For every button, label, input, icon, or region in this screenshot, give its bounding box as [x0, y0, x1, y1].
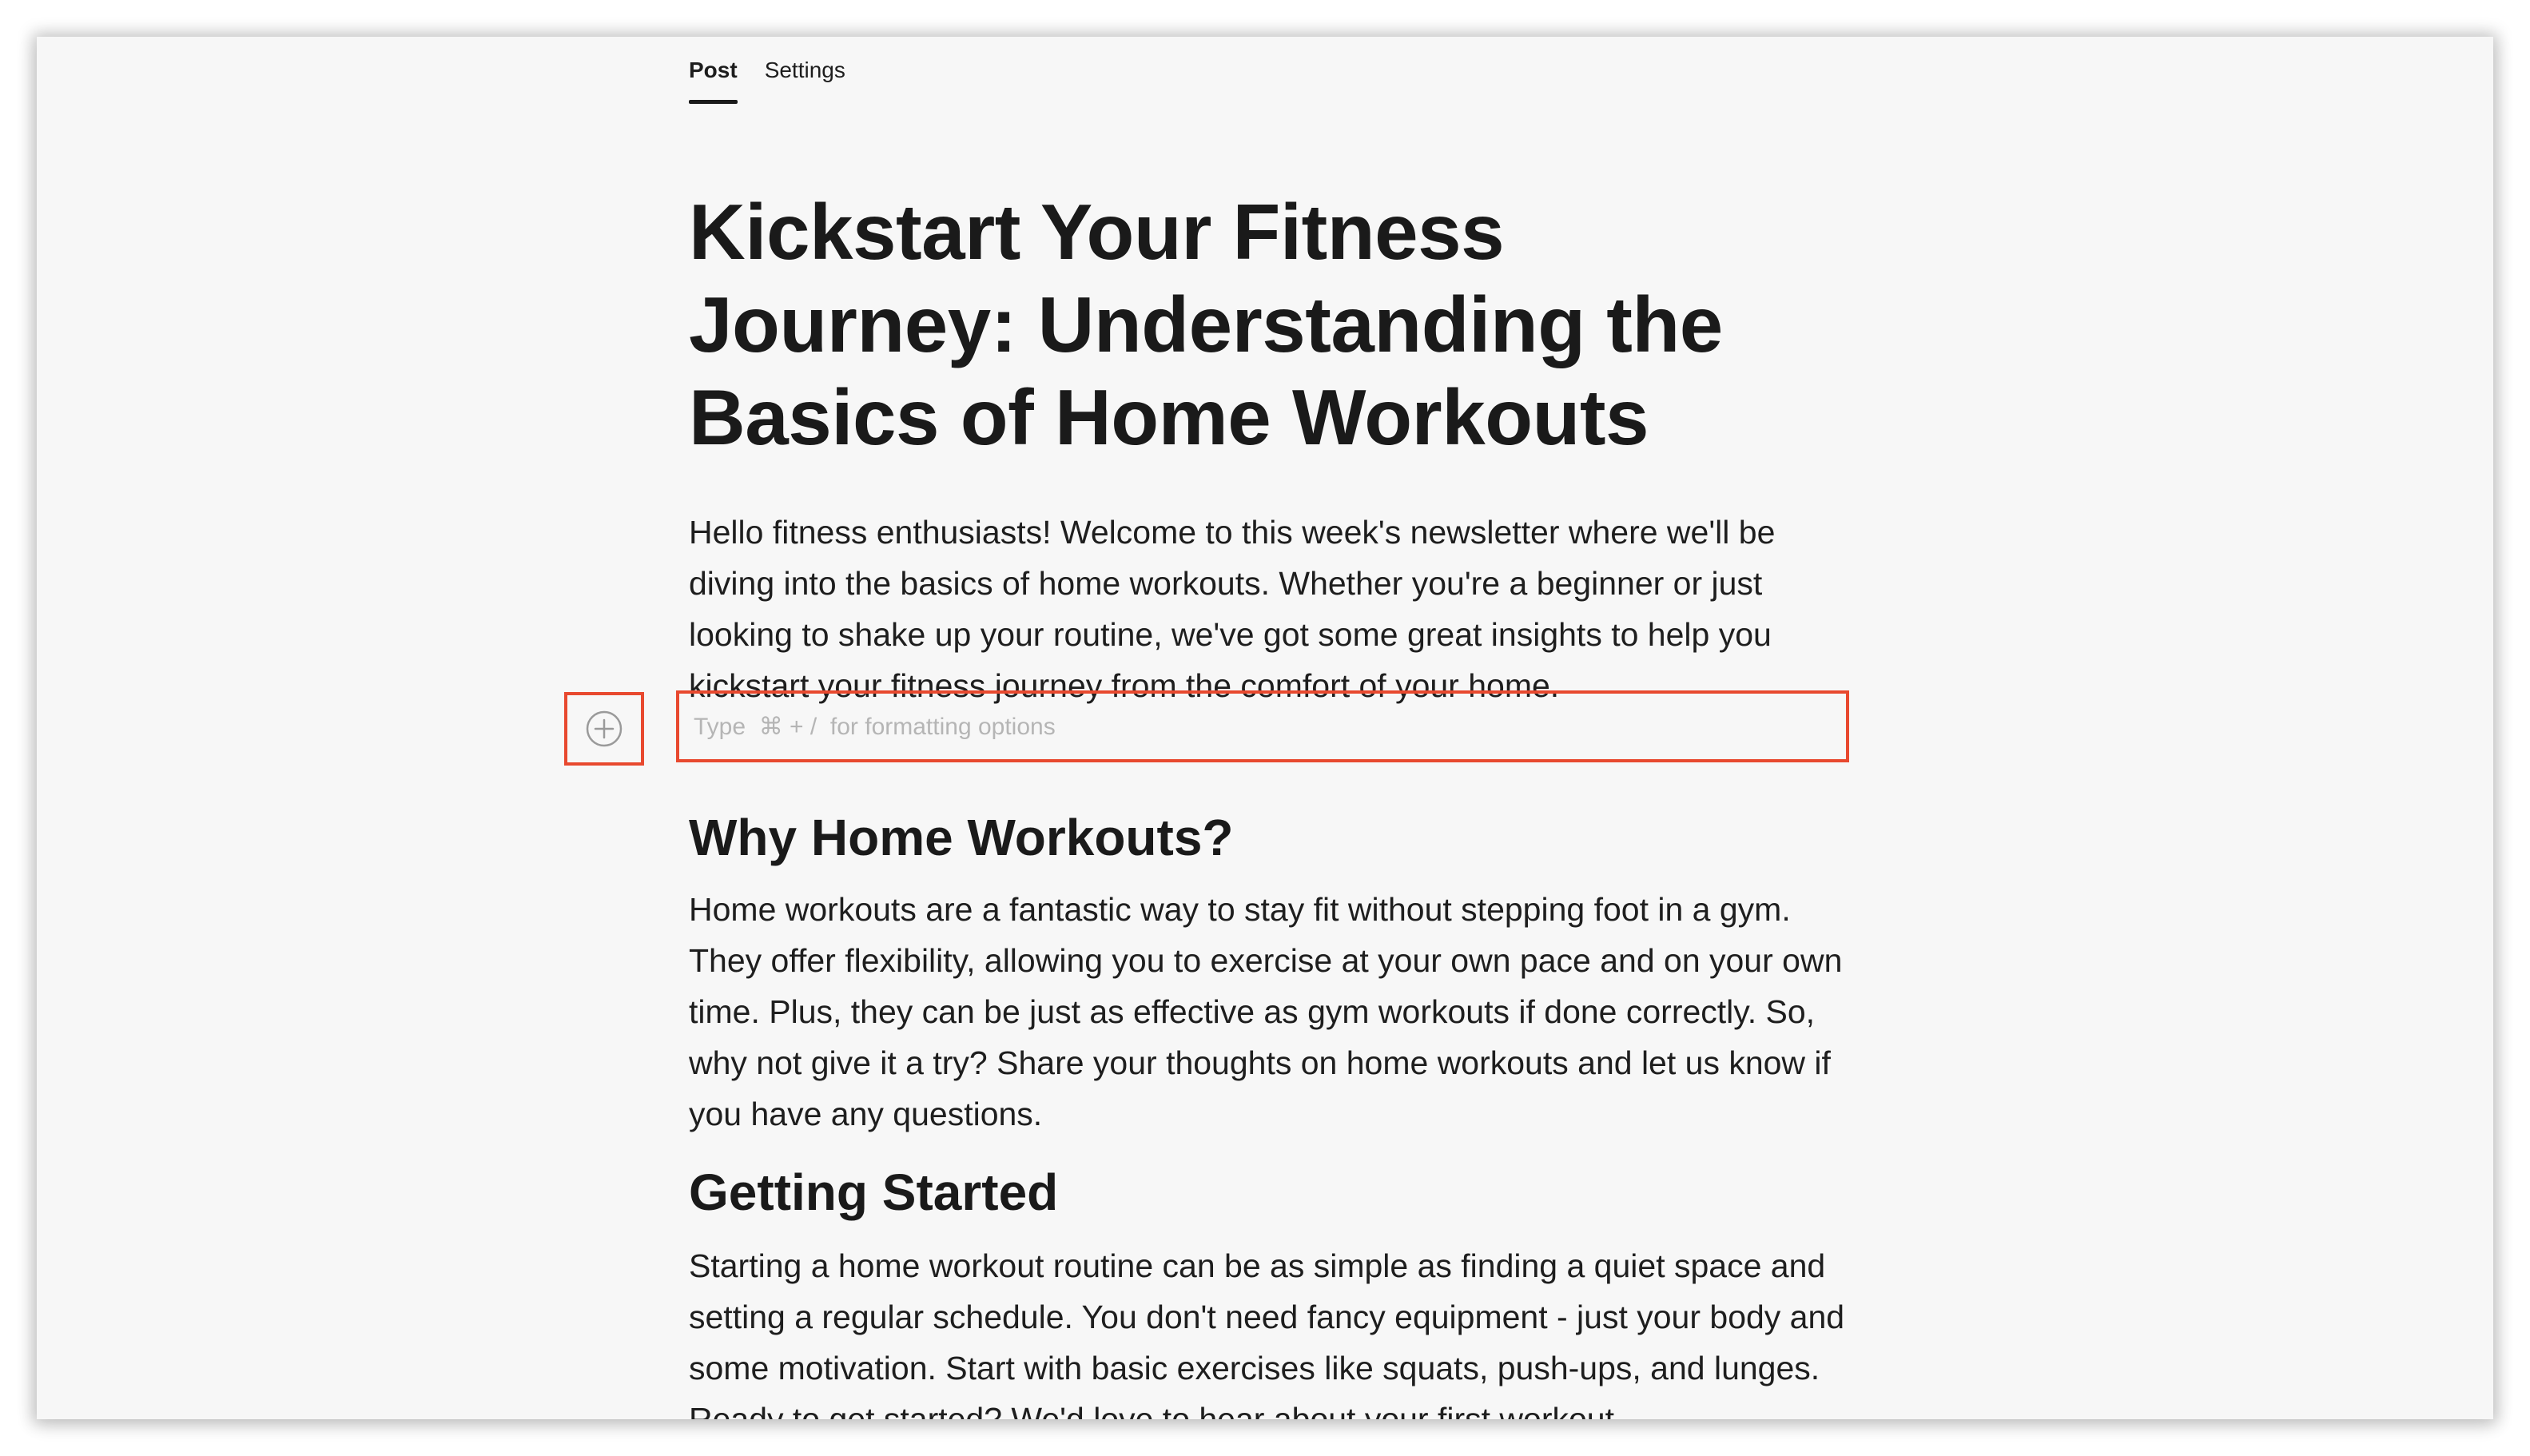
editor-window: Post Settings Kickstart Your Fitness Jou…: [37, 37, 2493, 1419]
section-heading-getting-started[interactable]: Getting Started: [689, 1162, 1058, 1223]
tab-settings[interactable]: Settings: [765, 58, 845, 104]
section-body-why[interactable]: Home workouts are a fantastic way to sta…: [689, 884, 1856, 1140]
section-body-getting-started[interactable]: Starting a home workout routine can be a…: [689, 1240, 1856, 1419]
empty-block-input[interactable]: Type ⌘ + / for formatting options: [676, 690, 1849, 762]
add-block-button[interactable]: [564, 692, 644, 766]
editor-placeholder: Type ⌘ + / for formatting options: [694, 714, 1056, 740]
intro-paragraph[interactable]: Hello fitness enthusiasts! Welcome to th…: [689, 507, 1856, 711]
post-title[interactable]: Kickstart Your Fitness Journey: Understa…: [689, 185, 1808, 463]
section-heading-why[interactable]: Why Home Workouts?: [689, 807, 1234, 868]
plus-circle-icon: [586, 710, 623, 747]
editor-tabs: Post Settings: [689, 58, 845, 104]
tab-post[interactable]: Post: [689, 58, 738, 104]
